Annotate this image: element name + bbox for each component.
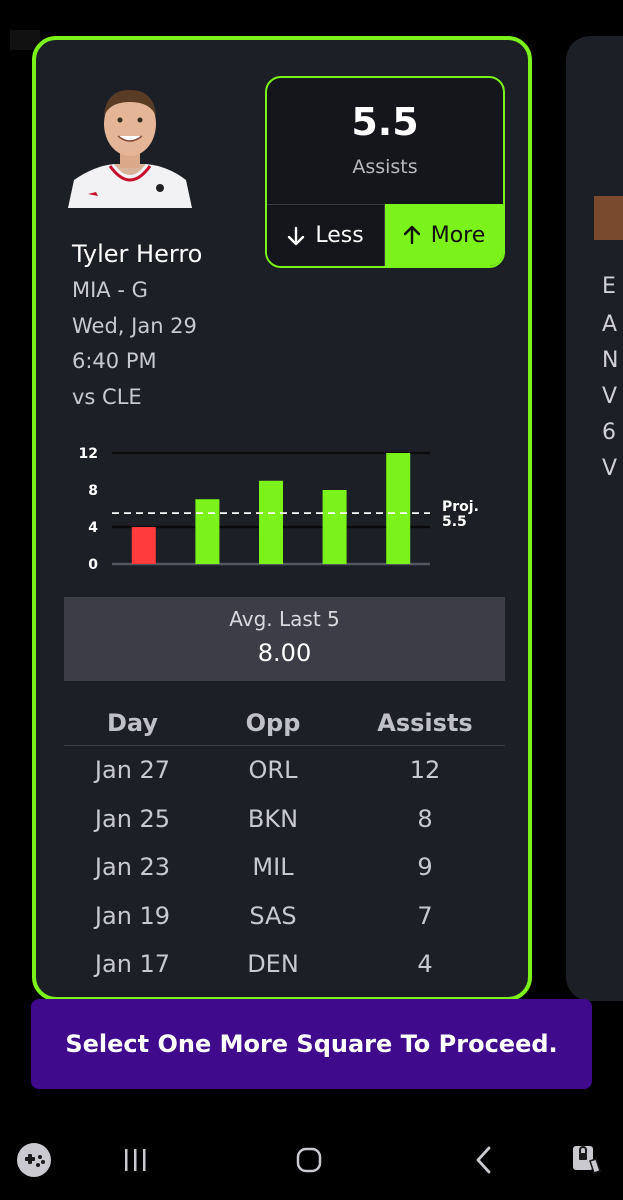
more-label: More <box>430 222 486 248</box>
chart-bar <box>322 490 347 564</box>
proceed-toast[interactable]: Select One More Square To Proceed. <box>31 999 592 1089</box>
average-value: 8.00 <box>257 639 312 667</box>
cell-day: Jan 27 <box>94 756 171 785</box>
projection-threshold-label: Proj. <box>442 499 479 515</box>
cell-opp: MIL <box>252 853 294 882</box>
more-button[interactable]: More <box>385 204 503 266</box>
game-time: 6:40 PM <box>72 349 157 373</box>
table-row: Jan 17 DEN 4 <box>64 940 505 989</box>
projection-threshold-label: 5.5 <box>442 514 467 530</box>
projection-stat: Assists <box>352 156 418 178</box>
chart-bar <box>195 499 220 564</box>
average-label: Avg. Last 5 <box>229 607 340 631</box>
cell-opp: BKN <box>247 804 299 833</box>
projection-value: 5.5 <box>351 100 419 144</box>
cell-opp: SAS <box>249 901 297 930</box>
next-card-text: A <box>602 312 618 337</box>
header-day: Day <box>106 708 159 737</box>
cell-day: Jan 23 <box>94 853 171 882</box>
next-player-card[interactable]: E A N V 6 V <box>566 36 623 1001</box>
cell-assists: 12 <box>409 756 441 785</box>
less-button[interactable]: Less <box>267 204 385 266</box>
table-header: Day Opp Assists <box>64 700 505 746</box>
average-box: Avg. Last 5 8.00 <box>64 597 505 681</box>
arrow-down-icon <box>288 226 305 245</box>
next-card-text: E <box>602 274 616 299</box>
cell-day: Jan 17 <box>94 950 171 979</box>
arrow-up-icon <box>403 225 420 245</box>
table-row: Jan 23 MIL 9 <box>64 843 505 892</box>
cell-assists: 8 <box>417 804 433 833</box>
chart-bar <box>386 453 411 564</box>
home-icon[interactable] <box>289 1140 329 1180</box>
system-navbar <box>0 1120 623 1200</box>
y-tick-label: 8 <box>88 483 98 499</box>
cell-day: Jan 25 <box>94 804 171 833</box>
next-card-text: V <box>602 456 618 481</box>
projection-box: 5.5 Assists Less More <box>265 76 505 268</box>
y-tick-label: 0 <box>88 557 98 573</box>
game-log-table: Day Opp Assists Jan 27 ORL 12 Jan 25 BKN… <box>64 700 505 989</box>
cell-assists: 4 <box>417 950 433 979</box>
game-date: Wed, Jan 29 <box>72 314 197 338</box>
assistant-icon[interactable] <box>567 1140 607 1180</box>
cell-day: Jan 19 <box>94 901 171 930</box>
player-card[interactable]: Tyler Herro MIA - G Wed, Jan 29 6:40 PM … <box>32 36 532 1001</box>
cell-opp: ORL <box>248 756 298 785</box>
next-card-text: N <box>602 348 619 373</box>
cell-opp: DEN <box>247 950 299 979</box>
game-launcher-icon[interactable] <box>14 1140 54 1180</box>
recent-games-chart: 0 4 8 12 Proj.5.5 <box>79 446 479 573</box>
table-row: Jan 27 ORL 12 <box>64 746 505 795</box>
less-label: Less <box>315 223 364 248</box>
next-card-text: V <box>602 384 618 409</box>
player-name: Tyler Herro <box>72 240 203 268</box>
header-opp: Opp <box>245 708 301 737</box>
table-row: Jan 25 BKN 8 <box>64 795 505 844</box>
recent-apps-icon[interactable] <box>115 1140 155 1180</box>
next-card-text: 6 <box>602 420 616 445</box>
team-position: MIA - G <box>72 278 148 302</box>
chart-bar <box>131 527 156 564</box>
header-assists: Assists <box>377 708 473 737</box>
player-photo <box>64 82 196 208</box>
y-tick-label: 12 <box>79 446 98 462</box>
table-row: Jan 19 SAS 7 <box>64 892 505 941</box>
cell-assists: 7 <box>417 901 433 930</box>
pick-buttons: Less More <box>267 204 503 266</box>
chart-bar <box>259 480 283 564</box>
opponent: vs CLE <box>72 385 142 409</box>
next-player-photo <box>594 196 623 240</box>
cell-assists: 9 <box>417 853 433 882</box>
y-tick-label: 4 <box>88 520 98 536</box>
back-icon[interactable] <box>464 1140 504 1180</box>
